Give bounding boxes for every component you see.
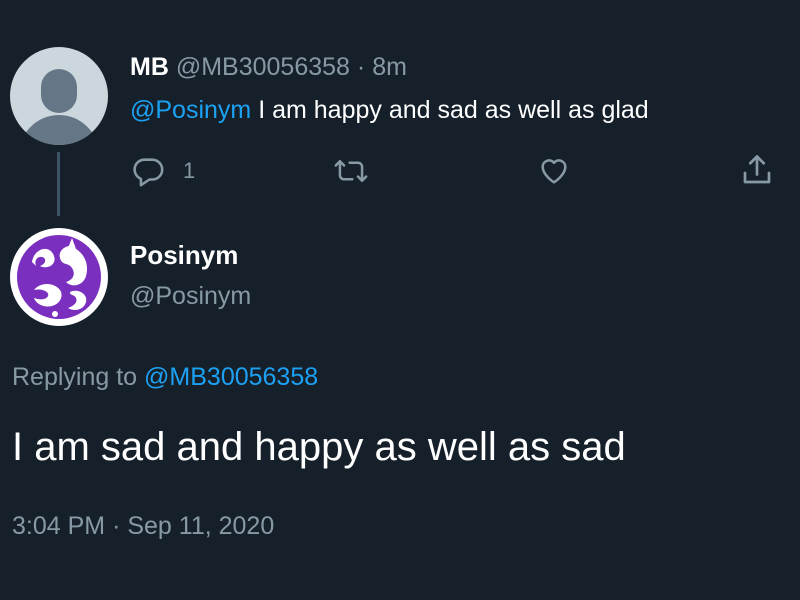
parent-time-ago[interactable]: 8m xyxy=(372,53,407,81)
like-button[interactable] xyxy=(536,154,572,188)
default-profile-body xyxy=(19,115,99,145)
retweet-button[interactable] xyxy=(333,154,369,188)
reply-icon xyxy=(131,154,165,188)
tweet-time: 3:04 PM xyxy=(12,512,106,540)
replying-label: Replying to xyxy=(12,363,145,391)
default-profile-icon xyxy=(41,69,77,113)
share-button[interactable] xyxy=(739,152,775,188)
tweet-date: Sep 11, 2020 xyxy=(127,512,275,540)
author-handle[interactable]: @Posinym xyxy=(130,282,251,311)
parent-tweet-text: @Posinym I am happy and sad as well as g… xyxy=(130,96,649,125)
heart-icon xyxy=(536,154,572,188)
parent-mention-link[interactable]: @Posinym xyxy=(130,96,251,124)
parent-tweet-header: MB @MB30056358 · 8m xyxy=(130,53,407,82)
mb-avatar[interactable] xyxy=(10,47,108,145)
tweet-meta-separator: · xyxy=(112,512,121,540)
retweet-icon xyxy=(333,154,369,188)
replying-to: Replying to @MB30056358 xyxy=(12,363,318,392)
author-name[interactable]: Posinym xyxy=(130,240,238,271)
parent-author-name[interactable]: MB xyxy=(130,53,169,81)
reply-button[interactable]: 1 xyxy=(131,154,195,188)
reply-count: 1 xyxy=(183,158,196,183)
tweet-timestamp[interactable]: 3:04 PM · Sep 11, 2020 xyxy=(12,512,274,541)
replying-handle-link[interactable]: @MB30056358 xyxy=(144,363,318,391)
parent-author-handle[interactable]: @MB30056358 xyxy=(176,53,350,81)
posinym-cat-logo-icon xyxy=(10,235,108,326)
share-icon xyxy=(739,152,775,188)
parent-header-separator: · xyxy=(356,53,366,81)
parent-text-body: I am happy and sad as well as glad xyxy=(251,96,649,124)
parent-action-bar: 1 xyxy=(0,152,800,192)
tweet-text: I am sad and happy as well as sad xyxy=(12,425,626,469)
posinym-avatar[interactable] xyxy=(10,228,108,326)
